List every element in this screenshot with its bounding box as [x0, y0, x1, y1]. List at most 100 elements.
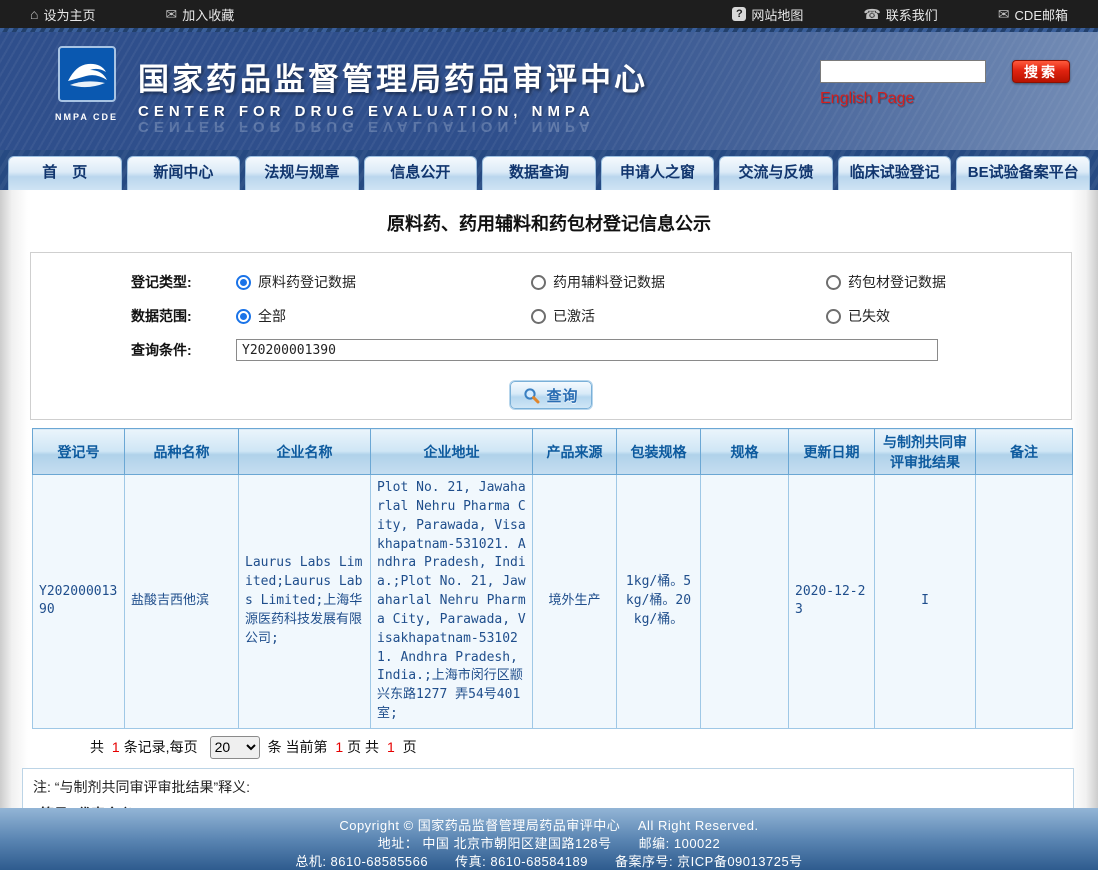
radio-api-registration[interactable]: 原料药登记数据	[236, 272, 531, 292]
radio-scope-expired[interactable]: 已失效	[826, 306, 1066, 326]
sitemap-label: 网站地图	[751, 5, 803, 24]
radio-checked-icon[interactable]	[236, 275, 251, 290]
col-company-name: 企业名称	[239, 429, 371, 475]
footer-contacts: 总机: 8610-68585566 传真: 8610-68584189 备案序号…	[0, 853, 1098, 870]
pager-current-page: 1	[335, 739, 343, 755]
site-search-input[interactable]	[820, 60, 986, 83]
cell-company-name: Laurus Labs Limited;Laurus Labs Limited;…	[239, 475, 371, 729]
radio-unchecked-icon[interactable]	[826, 309, 841, 324]
pager-text: 共	[90, 737, 108, 757]
english-page-link[interactable]: English Page	[820, 90, 1070, 108]
radio-unchecked-icon[interactable]	[531, 309, 546, 324]
pager-total-pages: 1	[387, 739, 395, 755]
notes-header-row: 符号 代表含义	[31, 801, 1065, 808]
pagination-bar: 共 1 条记录,每页 20 条 当前第 1 页 共 1 页	[0, 729, 1098, 764]
topbar-left-links: ⌂ 设为主页 ✉ 加入收藏	[30, 5, 304, 24]
radio-unchecked-icon[interactable]	[531, 275, 546, 290]
set-homepage-label: 设为主页	[43, 5, 95, 24]
col-product-source: 产品来源	[533, 429, 617, 475]
cell-spec	[701, 475, 789, 729]
cell-registration-no: Y20200001390	[33, 475, 125, 729]
contact-us-label: 联系我们	[886, 5, 938, 24]
magnifier-icon	[523, 387, 540, 404]
cell-remarks	[976, 475, 1073, 729]
radio-packaging-registration[interactable]: 药包材登记数据	[826, 272, 1066, 292]
site-search-button[interactable]: 搜索	[1012, 60, 1070, 83]
col-update-date: 更新日期	[789, 429, 875, 475]
pager-text: 条记录,每页	[124, 737, 198, 757]
tab-home[interactable]: 首 页	[8, 156, 122, 190]
table-header-row: 登记号 品种名称 企业名称 企业地址 产品来源 包装规格 规格 更新日期 与制剂…	[33, 429, 1073, 475]
radio-excipient-registration[interactable]: 药用辅料登记数据	[531, 272, 826, 292]
tab-news-center[interactable]: 新闻中心	[127, 156, 241, 190]
tab-communication-feedback[interactable]: 交流与反馈	[719, 156, 833, 190]
registration-type-label: 登记类型:	[131, 272, 236, 292]
logo-bird-icon	[57, 46, 117, 104]
pager-text: 条 当前第	[268, 737, 332, 757]
registration-type-row: 登记类型: 原料药登记数据 药用辅料登记数据 药包材登记数据	[31, 265, 1071, 299]
query-condition-row: 查询条件:	[31, 333, 1071, 367]
top-utility-bar: ⌂ 设为主页 ✉ 加入收藏 ? 网站地图 ☎ 联系我们 ✉ CDE邮箱	[0, 0, 1098, 28]
content-area: 原料药、药用辅料和药包材登记信息公示 登记类型: 原料药登记数据 药用辅料登记数…	[0, 190, 1098, 808]
logo-caption: NMPA CDE	[55, 112, 118, 122]
col-packaging-spec: 包装规格	[617, 429, 701, 475]
tab-clinical-trial-registration[interactable]: 临床试验登记	[838, 156, 952, 190]
table-row: Y20200001390 盐酸吉西他滨 Laurus Labs Limited;…	[33, 475, 1073, 729]
notes-symbol-header: 符号	[31, 804, 77, 808]
per-page-select[interactable]: 20	[210, 736, 260, 759]
nmpa-cde-logo[interactable]: NMPA CDE	[55, 46, 118, 122]
query-submit-label: 查询	[546, 385, 578, 406]
cell-packaging-spec: 1kg/桶。5kg/桶。20kg/桶。	[617, 475, 701, 729]
add-favorite-link[interactable]: ✉ 加入收藏	[165, 5, 234, 24]
site-title-reflection: CENTER FOR DRUG EVALUATION, NMPA	[138, 118, 648, 135]
cde-mail-label: CDE邮箱	[1015, 5, 1068, 24]
contact-us-link[interactable]: ☎ 联系我们	[863, 5, 937, 24]
add-favorite-label: 加入收藏	[182, 5, 234, 24]
col-joint-review-result: 与制剂共同审评审批结果	[875, 429, 976, 475]
data-scope-label: 数据范围:	[131, 306, 236, 326]
tab-info-disclosure[interactable]: 信息公开	[364, 156, 478, 190]
home-icon: ⌂	[30, 7, 38, 21]
site-title-cn: 国家药品监督管理局药品审评中心	[138, 54, 648, 99]
col-spec: 规格	[701, 429, 789, 475]
tab-applicant-window[interactable]: 申请人之窗	[601, 156, 715, 190]
tab-data-query[interactable]: 数据查询	[482, 156, 596, 190]
cell-company-address: Plot No. 21, Jawaharlal Nehru Pharma Cit…	[371, 475, 533, 729]
tab-be-trial-platform[interactable]: BE试验备案平台	[956, 156, 1090, 190]
radio-unchecked-icon[interactable]	[826, 275, 841, 290]
query-submit-button[interactable]: 查询	[510, 381, 591, 409]
header-search-area: 搜索 English Page	[820, 60, 1070, 108]
notes-box: 注: “与制剂共同审评审批结果”释义: 符号 代表含义 A 已批准在上市制剂使用…	[22, 768, 1074, 808]
cell-update-date: 2020-12-23	[789, 475, 875, 729]
col-product-name: 品种名称	[125, 429, 239, 475]
site-header: NMPA CDE 国家药品监督管理局药品审评中心 CENTER FOR DRUG…	[0, 32, 1098, 150]
pager-text: 页	[399, 737, 417, 757]
col-remarks: 备注	[976, 429, 1073, 475]
radio-checked-icon[interactable]	[236, 309, 251, 324]
pager-total-count: 1	[112, 739, 120, 755]
footer-copyright: Copyright © 国家药品监督管理局药品审评中心 All Right Re…	[0, 817, 1098, 835]
page-title: 原料药、药用辅料和药包材登记信息公示	[0, 190, 1098, 236]
col-company-address: 企业地址	[371, 429, 533, 475]
notes-title: 注: “与制剂共同审评审批结果”释义:	[31, 775, 1065, 801]
radio-scope-activated[interactable]: 已激活	[531, 306, 826, 326]
col-registration-no: 登记号	[33, 429, 125, 475]
cell-product-source: 境外生产	[533, 475, 617, 729]
sitemap-link[interactable]: ? 网站地图	[732, 5, 803, 24]
radio-scope-all[interactable]: 全部	[236, 306, 531, 326]
footer-address: 地址： 中国 北京市朝阳区建国路128号 邮编: 100022	[0, 835, 1098, 853]
cell-joint-review-result: I	[875, 475, 976, 729]
cde-mail-link[interactable]: ✉ CDE邮箱	[998, 5, 1068, 24]
tab-regulations[interactable]: 法规与规章	[245, 156, 359, 190]
phone-icon: ☎	[863, 7, 880, 21]
site-title-block: 国家药品监督管理局药品审评中心 CENTER FOR DRUG EVALUATI…	[138, 46, 648, 135]
topbar-right-links: ? 网站地图 ☎ 联系我们 ✉ CDE邮箱	[672, 5, 1068, 24]
registration-results-table: 登记号 品种名称 企业名称 企业地址 产品来源 包装规格 规格 更新日期 与制剂…	[32, 428, 1073, 729]
site-footer: Copyright © 国家药品监督管理局药品审评中心 All Right Re…	[0, 808, 1098, 870]
mail-icon: ✉	[998, 7, 1010, 21]
query-condition-input[interactable]	[236, 339, 938, 361]
set-homepage-link[interactable]: ⌂ 设为主页	[30, 5, 95, 24]
notes-meaning-header: 代表含义	[77, 804, 133, 808]
cell-product-name: 盐酸吉西他滨	[125, 475, 239, 729]
query-condition-label: 查询条件:	[131, 340, 236, 360]
